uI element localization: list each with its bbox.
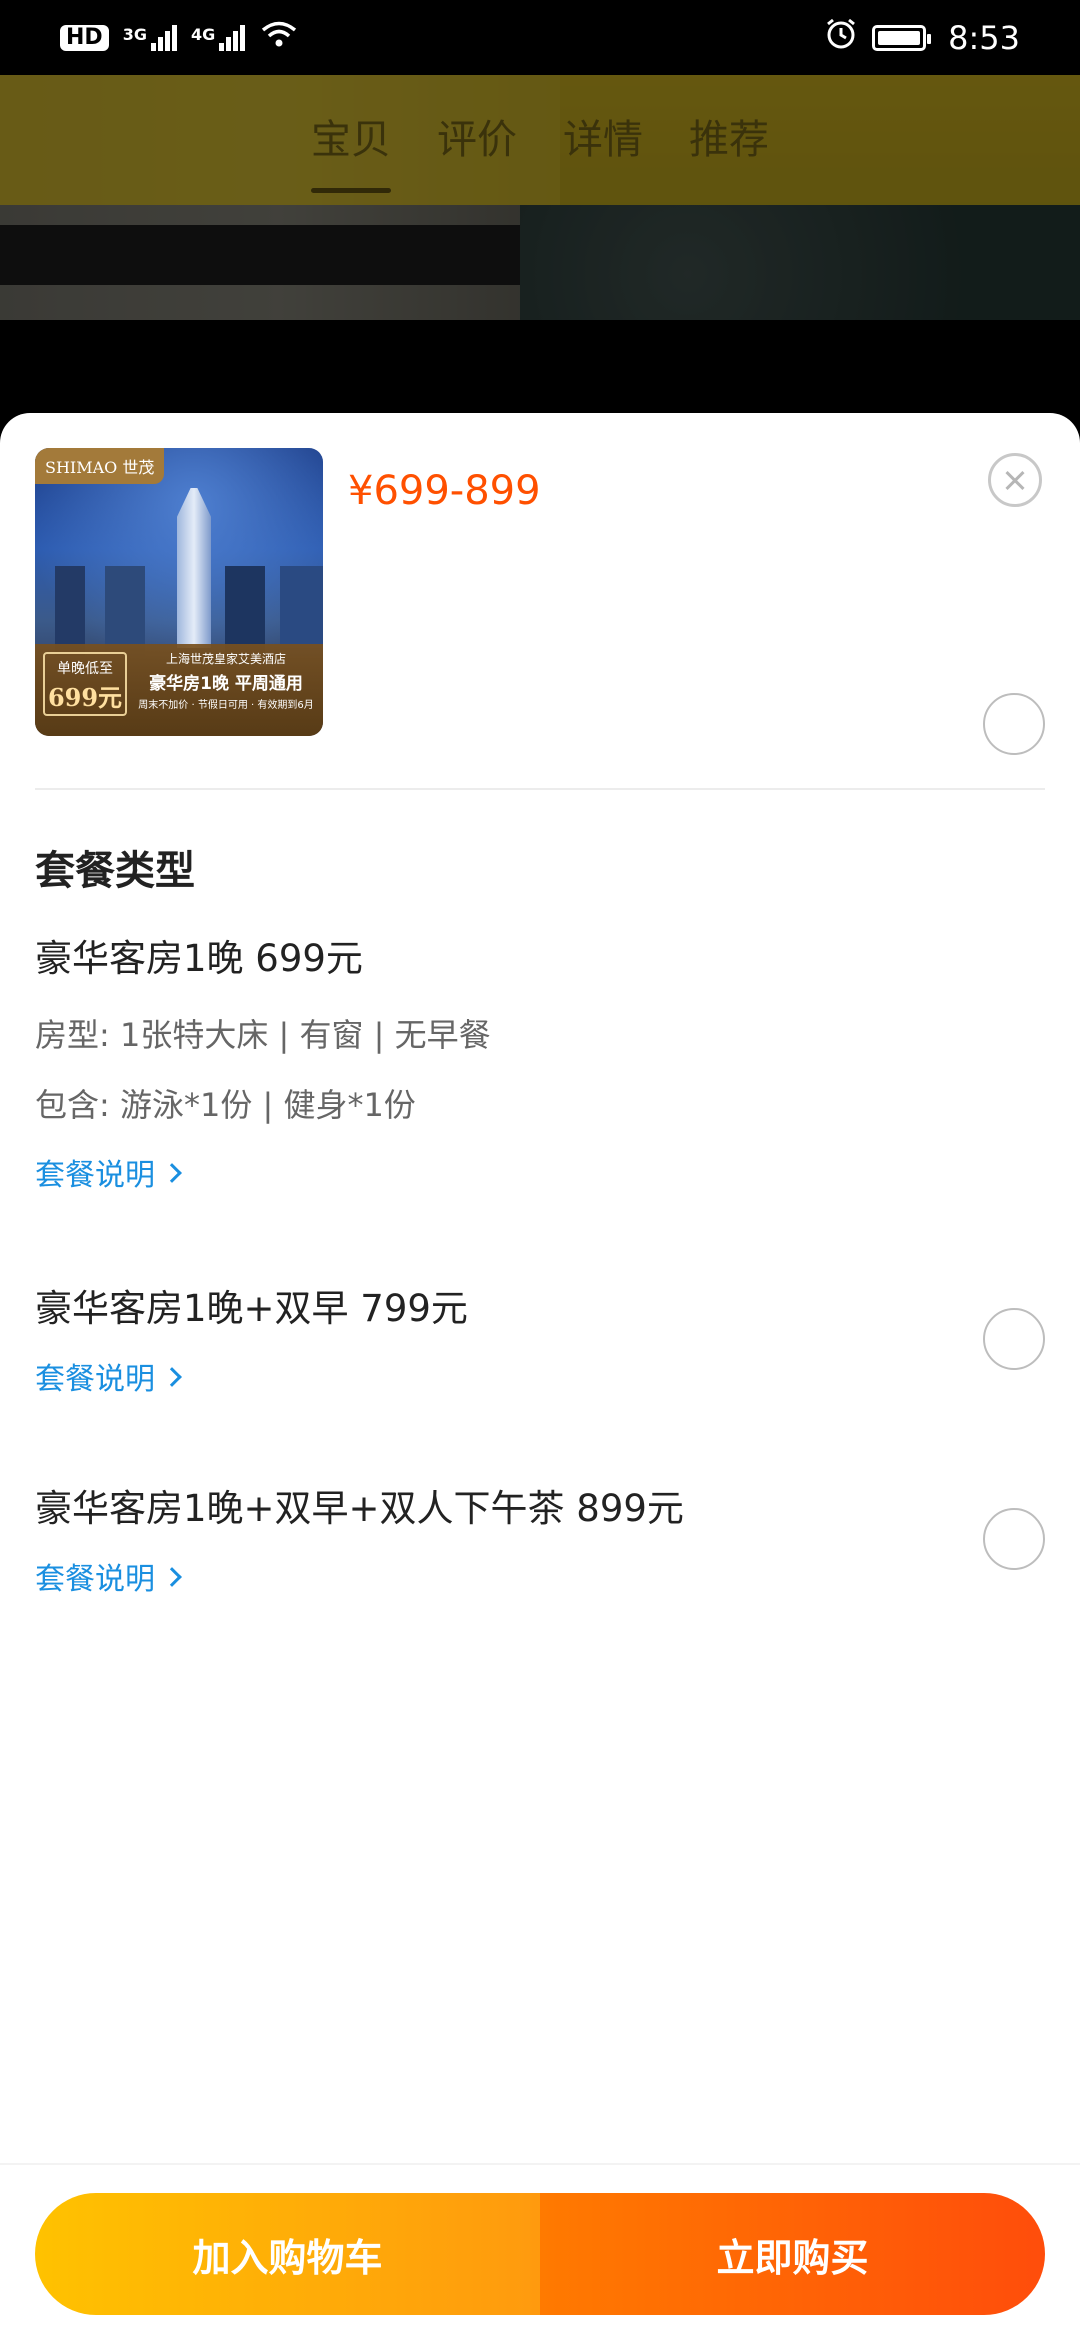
chevron-right-icon <box>162 1567 182 1587</box>
battery-icon <box>872 24 932 51</box>
close-icon[interactable] <box>988 453 1042 507</box>
status-left: HD 3G 4G <box>60 19 299 57</box>
sku-selection-sheet: SHIMAO 世茂 单晚低至 699元 上海世茂皇家艾美酒店 豪华房1晚 平周通… <box>0 413 1080 2340</box>
package-option-2[interactable]: 豪华客房1晚+双早 799元 套餐说明 <box>35 1278 1045 1398</box>
hotel-name: 上海世茂皇家艾美酒店 <box>165 652 286 666</box>
status-right: 8:53 <box>824 17 1020 59</box>
divider <box>35 788 1045 790</box>
chevron-right-icon <box>162 1367 182 1387</box>
option-name: 豪华客房1晚+双早+双人下午茶 899元 <box>35 1487 684 1530</box>
package-info-link[interactable]: 套餐说明 <box>35 1150 1045 1194</box>
package-option-3[interactable]: 豪华客房1晚+双早+双人下午茶 899元 套餐说明 <box>35 1478 1045 1598</box>
thumbnail-banner: 单晚低至 699元 上海世茂皇家艾美酒店 豪华房1晚 平周通用 周末不加价 · … <box>35 644 323 736</box>
option-3-radio[interactable] <box>983 1508 1045 1570</box>
option-includes: 包含: 游泳*1份 | 健身*1份 <box>35 1086 416 1124</box>
package-option-1[interactable]: 豪华客房1晚 699元 房型: 1张特大床 | 有窗 | 无早餐 包含: 游泳*… <box>35 928 1045 1194</box>
option-2-radio[interactable] <box>983 1308 1045 1370</box>
network-3g-label: 3G <box>122 24 147 44</box>
thumbnail-note: 周末不加价 · 节假日可用 · 有效期到6月 <box>138 700 314 711</box>
add-to-cart-button[interactable]: 加入购物车 <box>35 2193 540 2315</box>
thumbnail-headline: 豪华房1晚 平周通用 <box>149 674 303 694</box>
chevron-right-icon <box>162 1163 182 1183</box>
option-1-radio[interactable] <box>983 693 1045 755</box>
alarm-icon <box>824 17 858 59</box>
dim-overlay[interactable] <box>0 75 1080 415</box>
signal-4g-icon: 4G <box>190 24 246 51</box>
signal-3g-icon: 3G <box>122 24 177 51</box>
brand-logo: SHIMAO 世茂 <box>35 448 165 484</box>
hd-indicator: HD <box>60 24 109 51</box>
clock: 8:53 <box>948 18 1020 57</box>
option-name: 豪华客房1晚+双早 799元 <box>35 1287 468 1330</box>
price-range: ¥699-899 <box>348 468 541 514</box>
bottom-divider <box>0 2163 1080 2165</box>
package-info-link[interactable]: 套餐说明 <box>35 1554 1045 1598</box>
product-thumbnail[interactable]: SHIMAO 世茂 单晚低至 699元 上海世茂皇家艾美酒店 豪华房1晚 平周通… <box>35 448 323 736</box>
network-4g-label: 4G <box>190 24 216 44</box>
status-bar: HD 3G 4G 8:53 <box>0 0 1080 75</box>
package-info-link[interactable]: 套餐说明 <box>35 1354 1045 1398</box>
price-badge: 单晚低至 699元 <box>43 652 127 716</box>
option-name: 豪华客房1晚 699元 <box>35 937 363 980</box>
buy-now-button[interactable]: 立即购买 <box>540 2193 1045 2315</box>
section-title: 套餐类型 <box>35 848 195 894</box>
wifi-icon <box>259 19 299 57</box>
option-room-type: 房型: 1张特大床 | 有窗 | 无早餐 <box>35 1016 491 1054</box>
